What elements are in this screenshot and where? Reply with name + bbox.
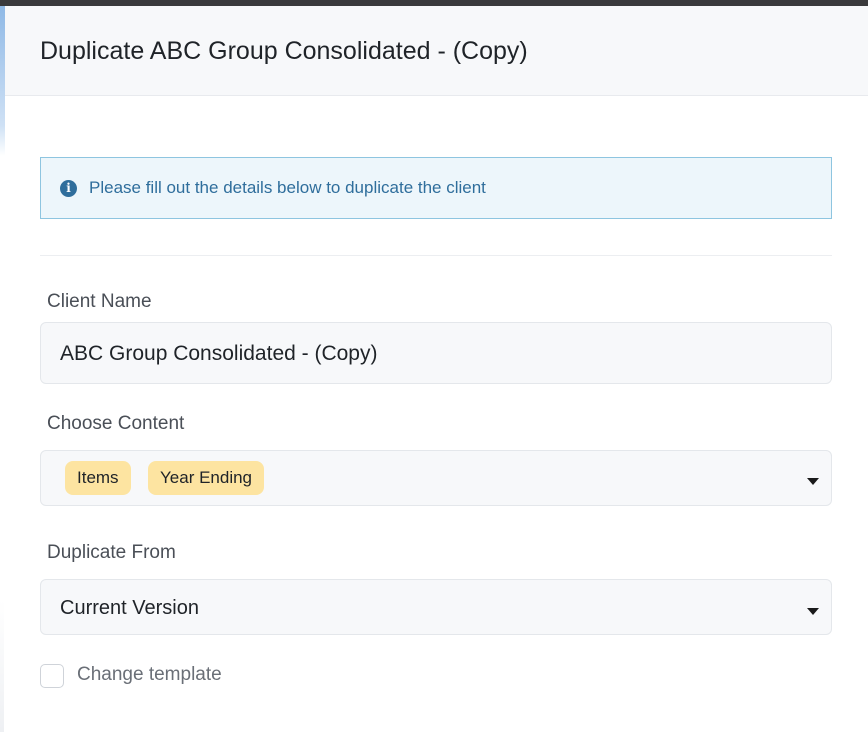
modal-header: Duplicate ABC Group Consolidated - (Copy… [5, 6, 868, 96]
info-alert-message: Please fill out the details below to dup… [89, 178, 486, 197]
change-template-checkbox[interactable] [40, 664, 64, 688]
chevron-down-icon[interactable] [807, 608, 819, 615]
duplicate-from-select[interactable]: Current Version [40, 579, 832, 635]
content-tag-year-ending[interactable]: Year Ending [148, 461, 265, 495]
duplicate-from-value: Current Version [60, 597, 199, 619]
client-name-input[interactable]: ABC Group Consolidated - (Copy) [40, 322, 832, 384]
choose-content-label: Choose Content [47, 413, 185, 434]
modal-title: Duplicate ABC Group Consolidated - (Copy… [40, 37, 528, 65]
duplicate-client-modal: Duplicate ABC Group Consolidated - (Copy… [0, 0, 868, 732]
choose-content-multiselect[interactable]: Items Year Ending [40, 450, 832, 506]
chevron-down-icon[interactable] [807, 478, 819, 485]
background-edge-lower [0, 600, 4, 732]
section-divider [40, 255, 832, 256]
info-icon: i [60, 180, 77, 197]
content-tag-items[interactable]: Items [65, 461, 131, 495]
duplicate-from-label: Duplicate From [47, 542, 176, 563]
change-template-label[interactable]: Change template [77, 664, 222, 686]
client-name-value: ABC Group Consolidated - (Copy) [60, 342, 378, 365]
info-alert: i Please fill out the details below to d… [40, 157, 832, 219]
client-name-label: Client Name [47, 291, 152, 312]
